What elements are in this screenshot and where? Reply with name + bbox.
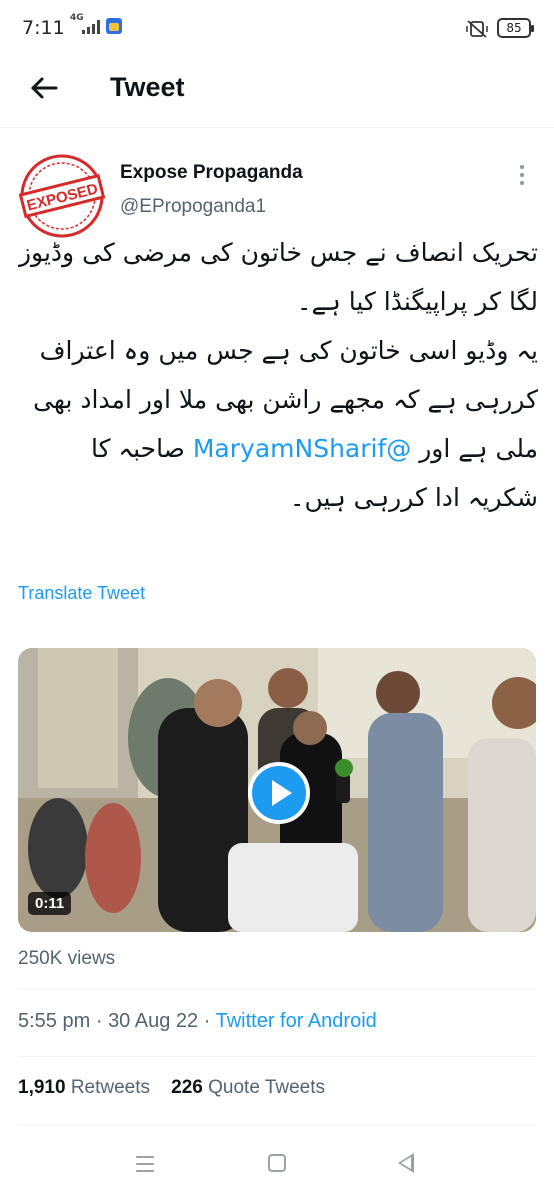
video-player[interactable]: 0:11 [18,648,536,932]
tweet-text-body: تحریک انصاف نے جس خاتون کی مرضی کی وڈیوز… [18,238,538,463]
author-name[interactable]: Expose Propaganda [120,162,303,184]
tweet-time: 5:55 pm [18,1010,91,1032]
arrow-left-icon [31,77,58,99]
menu-line-icon [136,1156,154,1158]
author-handle[interactable]: @EPropoganda1 [120,196,266,218]
vibrate-off-icon [466,20,488,38]
tweet-date: 30 Aug 22 [108,1010,199,1032]
retweets-stat[interactable]: 1,910 Retweets [18,1077,150,1098]
tweet-timestamp: 5:55 pm · 30 Aug 22 · Twitter for Androi… [18,1010,377,1033]
quote-label: Quote Tweets [208,1077,326,1098]
divider [18,988,536,989]
more-dot-icon [520,173,524,177]
page-title: Tweet [110,72,185,102]
quote-tweets-stat[interactable]: 226 Quote Tweets [171,1077,325,1098]
back-button[interactable] [22,70,66,106]
tweet-text: تحریک انصاف نے جس خاتون کی مرضی کی وڈیوز… [18,228,538,522]
home-button[interactable] [268,1154,286,1172]
exposed-stamp-logo: EXPOSED [18,154,106,238]
more-dot-icon [520,165,524,169]
view-count: 250K views [18,948,116,969]
play-button[interactable] [248,762,310,824]
divider [18,1056,536,1057]
more-options-button[interactable] [508,158,536,192]
system-nav-bar [0,1140,554,1200]
meta-separator: · [95,1010,103,1032]
status-bar: 7:11 4G 85 [0,0,554,58]
app-notification-icon [106,18,122,34]
divider [18,1124,536,1125]
quote-count: 226 [171,1077,203,1098]
translate-tweet-link[interactable]: Translate Tweet [18,583,145,604]
avatar[interactable]: EXPOSED [18,152,106,240]
top-app-bar: Tweet [0,58,554,128]
more-dot-icon [520,181,524,185]
status-time: 7:11 [22,17,65,39]
menu-line-icon [136,1163,154,1165]
retweets-count: 1,910 [18,1077,66,1098]
mention-link[interactable]: @MaryamNSharif [193,434,411,463]
retweets-label: Retweets [70,1077,151,1098]
battery-level: 85 [506,21,522,35]
battery-icon: 85 [497,18,534,38]
signal-icon [82,20,100,34]
system-back-button[interactable] [398,1153,414,1173]
tweet-source-link[interactable]: Twitter for Android [216,1010,377,1032]
video-duration: 0:11 [28,892,72,915]
meta-separator: · [203,1010,211,1032]
engagement-stats: 1,910 Retweets 226 Quote Tweets [18,1077,325,1099]
menu-line-icon [136,1170,154,1172]
recents-button[interactable] [136,1156,154,1172]
